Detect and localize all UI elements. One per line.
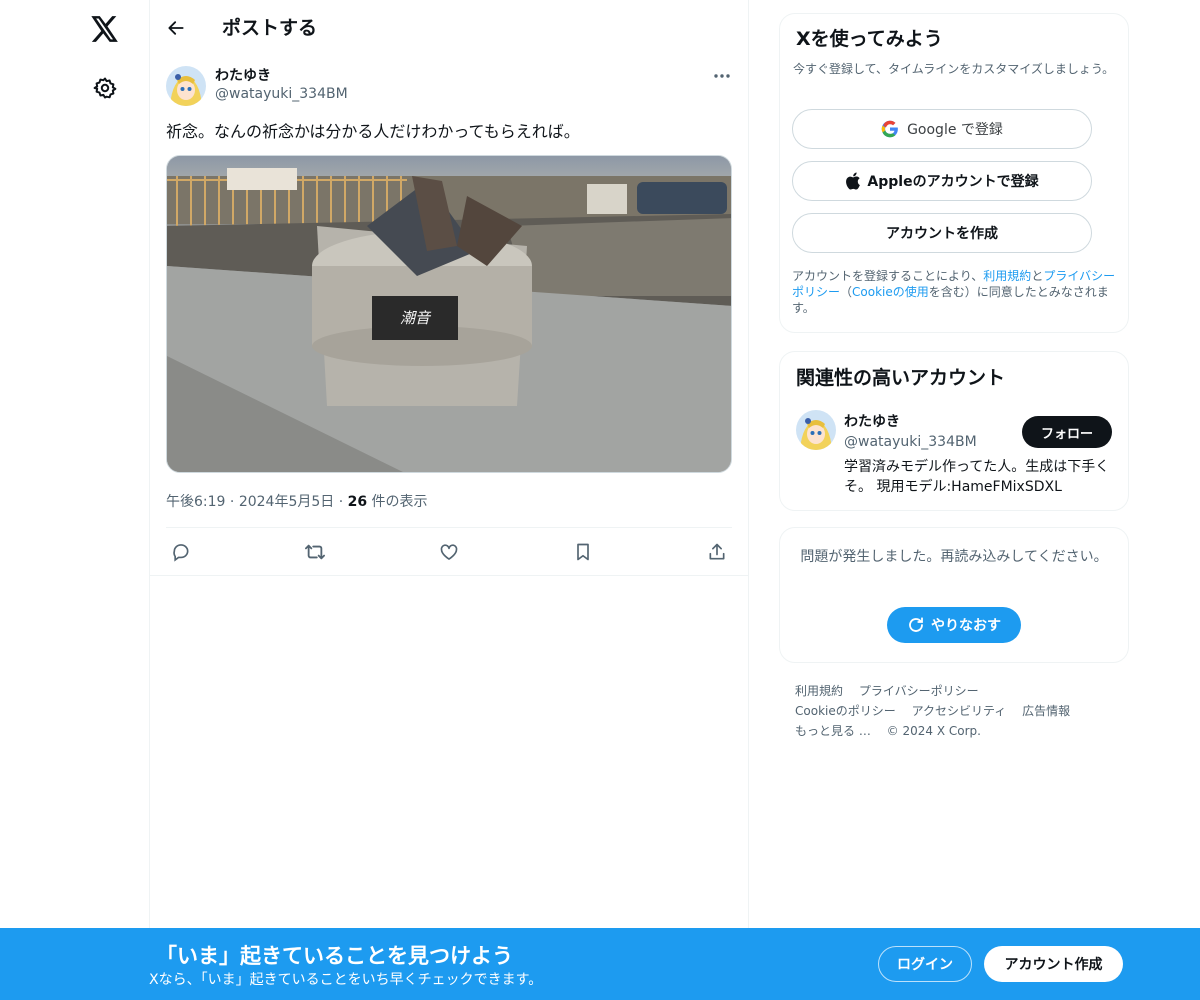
post-image[interactable]: 潮音 xyxy=(166,155,732,473)
related-bio: 学習済みモデル作ってた人。生成は下手くそ。 現用モデル:HameFMixSDXL xyxy=(844,459,1110,495)
bookmark-icon[interactable] xyxy=(568,538,598,566)
banner-title: 「いま」起きていることを見つけよう xyxy=(156,944,513,968)
legal-and: と xyxy=(1031,269,1044,283)
post-time[interactable]: 午後6:19 xyxy=(166,494,225,510)
apple-signup-label: Appleのアカウントで登録 xyxy=(867,174,1039,190)
footer-links: 利用規約 プライバシーポリシー Cookieのポリシー アクセシビリティ 広告情… xyxy=(795,681,1125,741)
signup-button[interactable]: アカウント作成 xyxy=(984,946,1123,982)
related-title: 関連性の高いアカウント xyxy=(796,367,1006,389)
apple-icon xyxy=(846,172,861,190)
legal-open: （ xyxy=(840,285,853,299)
google-signup-button[interactable]: Google で登録 xyxy=(792,109,1092,149)
create-account-button[interactable]: アカウントを作成 xyxy=(792,213,1092,253)
repost-icon[interactable] xyxy=(300,538,330,566)
footer-link[interactable]: プライバシーポリシー xyxy=(859,684,979,698)
view-count: 26 xyxy=(347,494,368,510)
retry-button[interactable]: やりなおす xyxy=(887,607,1021,643)
google-signup-label: Google で登録 xyxy=(907,122,1003,138)
login-button[interactable]: ログイン xyxy=(878,946,972,982)
error-message: 問題が発生しました。再読み込みしてください。 xyxy=(800,549,1108,565)
avatar[interactable] xyxy=(796,410,836,450)
footer-link[interactable]: もっと見る … xyxy=(795,724,871,738)
x-logo-icon[interactable] xyxy=(80,8,130,50)
post-actions xyxy=(150,528,748,576)
footer-link[interactable]: 広告情報 xyxy=(1022,704,1070,718)
legal-notice: アカウントを登録することにより、利用規約とプライバシーポリシー（Cookieの使… xyxy=(792,268,1122,316)
avatar[interactable] xyxy=(166,66,206,106)
post-meta: 午後6:19 · 2024年5月5日 · 26 件の表示 xyxy=(166,494,428,510)
arrow-left-icon[interactable] xyxy=(158,10,194,46)
post-date[interactable]: 2024年5月5日 xyxy=(239,494,334,510)
refresh-icon xyxy=(909,617,923,632)
monument-plaque-text: 潮音 xyxy=(400,309,432,327)
related-name[interactable]: わたゆき xyxy=(844,411,900,431)
page-title: ポストする xyxy=(222,17,318,39)
apple-signup-button[interactable]: Appleのアカウントで登録 xyxy=(792,161,1092,201)
signup-title: Xを使ってみよう xyxy=(796,28,943,50)
footer-link[interactable]: 利用規約 xyxy=(795,684,843,698)
follow-button[interactable]: フォロー xyxy=(1022,416,1112,448)
more-horizontal-icon[interactable] xyxy=(706,62,738,90)
reply-icon[interactable] xyxy=(166,538,196,566)
copyright: © 2024 X Corp. xyxy=(886,724,981,738)
gear-icon[interactable] xyxy=(84,68,126,108)
footer-link[interactable]: アクセシビリティ xyxy=(912,704,1007,718)
related-handle[interactable]: @watayuki_334BM xyxy=(844,434,977,450)
terms-link[interactable]: 利用規約 xyxy=(983,269,1031,283)
google-icon xyxy=(881,120,898,138)
legal-prefix: アカウントを登録することにより、 xyxy=(792,269,984,283)
author-handle[interactable]: @watayuki_334BM xyxy=(215,86,348,102)
view-label: 件の表示 xyxy=(367,494,428,510)
share-icon[interactable] xyxy=(702,538,732,566)
cookie-link[interactable]: Cookieの使用 xyxy=(852,285,929,299)
footer-link[interactable]: Cookieのポリシー xyxy=(795,704,896,718)
banner-subtitle: Xなら、「いま」起きていることをいち早くチェックできます。 xyxy=(149,972,543,988)
like-icon[interactable] xyxy=(434,538,464,566)
author-name[interactable]: わたゆき xyxy=(215,65,271,85)
signup-subtitle: 今すぐ登録して、タイムラインをカスタマイズしましょう。 xyxy=(793,62,1115,76)
post-text: 祈念。なんの祈念かは分かる人だけわかってもらえれば。 xyxy=(166,122,580,141)
retry-label: やりなおす xyxy=(931,618,1001,634)
